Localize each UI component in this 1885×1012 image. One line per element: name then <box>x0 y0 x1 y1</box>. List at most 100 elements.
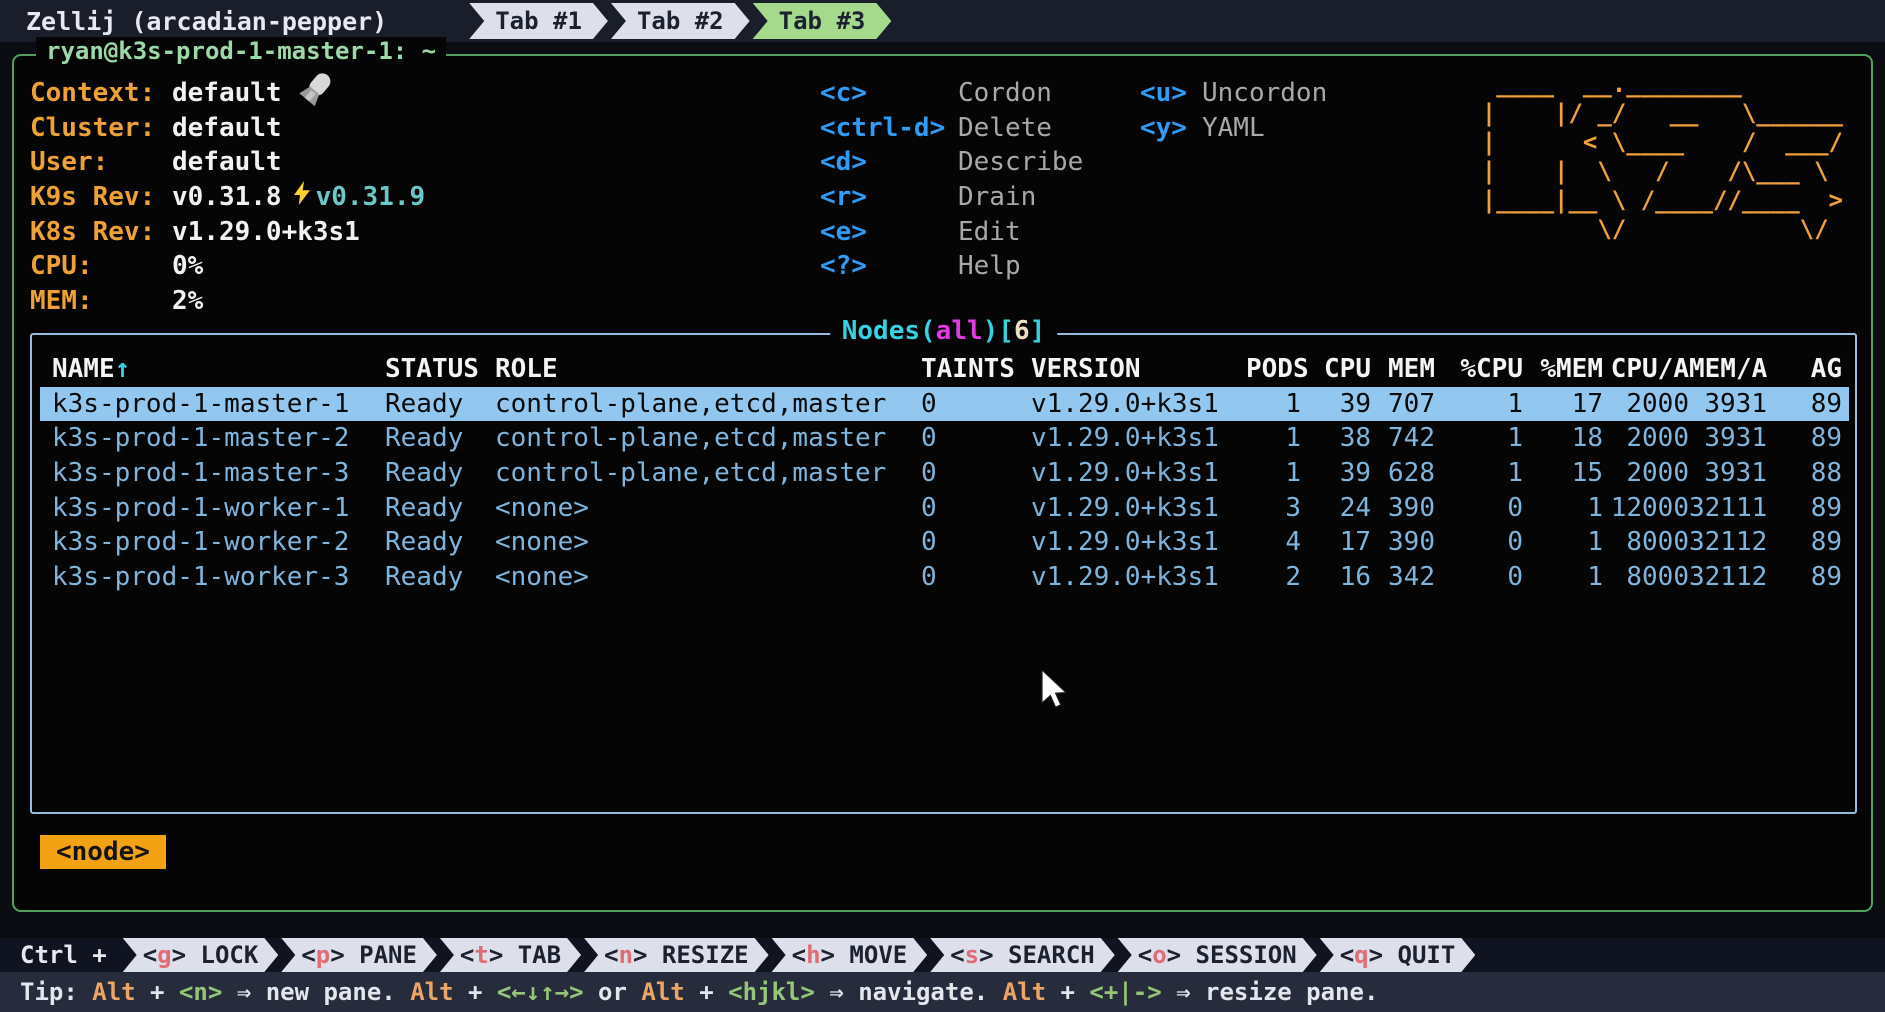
table-cell: 3931 <box>1689 387 1767 422</box>
info-row: Context:default <box>30 76 425 111</box>
segment-bracket: < <box>1138 941 1152 969</box>
table-row[interactable]: k3s-prod-1-master-2Readycontrol-plane,et… <box>40 421 1849 456</box>
segment-label: RESIZE <box>662 941 749 969</box>
tip-text: + <box>685 978 728 1006</box>
info-value: default <box>172 145 282 180</box>
table-row[interactable]: k3s-prod-1-master-1Readycontrol-plane,et… <box>40 387 1849 422</box>
column-header: %CPU <box>1435 352 1523 387</box>
table-cell: 2 <box>1246 560 1301 595</box>
table-row[interactable]: k3s-prod-1-master-3Readycontrol-plane,et… <box>40 456 1849 491</box>
segment-bracket: > <box>821 941 850 969</box>
table-cell: 707 <box>1371 387 1435 422</box>
table-cell: 3931 <box>1689 456 1767 491</box>
segment-label: SEARCH <box>1008 941 1095 969</box>
table-cell: control-plane,etcd,master <box>495 456 921 491</box>
tip-text: Tip: <box>20 978 92 1006</box>
table-cell: 1 <box>1435 456 1523 491</box>
menu-key: <y> <box>1140 111 1202 146</box>
menu-label: Delete <box>958 113 1052 143</box>
table-row[interactable]: k3s-prod-1-worker-1Ready<none>0v1.29.0+k… <box>40 491 1849 526</box>
table-cell: 0 <box>921 560 1031 595</box>
tab-3[interactable]: Tab #3 <box>753 3 892 39</box>
table-cell: v1.29.0+k3s1 <box>1031 491 1246 526</box>
table-cell: k3s-prod-1-worker-2 <box>52 525 385 560</box>
table-cell: 38 <box>1301 421 1371 456</box>
column-header: CPU <box>1301 352 1371 387</box>
statusbar-segment-lock[interactable]: <g> LOCK <box>123 938 279 972</box>
tab-2[interactable]: Tab #2 <box>611 3 750 39</box>
k9s-hotkey-menu-col1: <c>Cordon<ctrl-d>Delete<d>Describe<r>Dra… <box>820 76 1083 284</box>
table-cell: 16 <box>1301 560 1371 595</box>
zellij-screen: Zellij (arcadian-pepper) Tab #1Tab #2Tab… <box>0 0 1885 1012</box>
info-label: CPU: <box>30 249 172 284</box>
column-header: %MEM <box>1523 352 1603 387</box>
table-cell: k3s-prod-1-master-1 <box>52 387 385 422</box>
k9s-cluster-info: Context:defaultCluster:defaultUser:defau… <box>30 76 425 319</box>
column-header: MEM/A <box>1689 352 1767 387</box>
info-label: Context: <box>30 76 172 111</box>
info-upgrade-version: v0.31.9 <box>316 180 426 215</box>
menu-item: <r>Drain <box>820 180 1083 215</box>
table-cell: 17 <box>1301 525 1371 560</box>
statusbar-segment-session[interactable]: <o> SESSION <box>1118 938 1317 972</box>
column-header: TAINTS <box>921 352 1031 387</box>
table-cell: 2000 <box>1603 456 1689 491</box>
segment-key: h <box>806 941 820 969</box>
statusbar-segment-tab[interactable]: <t> TAB <box>440 938 581 972</box>
segment-label: PANE <box>359 941 417 969</box>
table-cell: 89 <box>1767 560 1842 595</box>
table-cell: 628 <box>1371 456 1435 491</box>
table-cell: 0 <box>921 421 1031 456</box>
column-header: MEM <box>1371 352 1435 387</box>
info-row: User:default <box>30 145 425 180</box>
table-row[interactable]: k3s-prod-1-worker-3Ready<none>0v1.29.0+k… <box>40 560 1849 595</box>
segment-bracket: > <box>172 941 201 969</box>
statusbar-segment-move[interactable]: <h> MOVE <box>772 938 928 972</box>
menu-label: Help <box>958 251 1021 281</box>
segment-label: LOCK <box>201 941 259 969</box>
terminal-area: ryan@k3s-prod-1-master-1: ~ Context:defa… <box>0 42 1885 938</box>
tip-text: new pane. <box>266 978 411 1006</box>
tip-text: Alt <box>92 978 135 1006</box>
table-cell: 89 <box>1767 491 1842 526</box>
tip-text: + <box>1046 978 1089 1006</box>
title-suffix: ] <box>1030 316 1046 346</box>
statusbar-segment-quit[interactable]: <q> QUIT <box>1320 938 1476 972</box>
table-cell: <none> <box>495 491 921 526</box>
segment-bracket: > <box>633 941 662 969</box>
tip-text: ⇒ <box>815 978 858 1006</box>
sort-arrow-icon: ↑ <box>115 354 131 384</box>
segment-bracket: < <box>143 941 157 969</box>
info-row: CPU:0% <box>30 249 425 284</box>
segment-bracket: < <box>301 941 315 969</box>
table-cell: v1.29.0+k3s1 <box>1031 525 1246 560</box>
tab-1[interactable]: Tab #1 <box>469 3 608 39</box>
info-row: K8s Rev:v1.29.0+k3s1 <box>30 215 425 250</box>
table-cell: 1 <box>1246 456 1301 491</box>
tip-text: <+|-> <box>1089 978 1161 1006</box>
table-cell: k3s-prod-1-master-3 <box>52 456 385 491</box>
segment-bracket: > <box>979 941 1008 969</box>
menu-item: <d>Describe <box>820 145 1083 180</box>
statusbar-segment-search[interactable]: <s> SEARCH <box>930 938 1115 972</box>
statusbar-segment-resize[interactable]: <n> RESIZE <box>584 938 769 972</box>
menu-label: Edit <box>958 217 1021 247</box>
segment-key: s <box>965 941 979 969</box>
segment-bracket: < <box>460 941 474 969</box>
table-cell: 390 <box>1371 491 1435 526</box>
tip-text: Alt <box>410 978 453 1006</box>
column-header: NAME↑ <box>52 352 385 387</box>
column-header: CPU/A <box>1603 352 1689 387</box>
table-cell: Ready <box>385 387 495 422</box>
table-row[interactable]: k3s-prod-1-worker-2Ready<none>0v1.29.0+k… <box>40 525 1849 560</box>
table-cell: 89 <box>1767 525 1842 560</box>
table-cell: 390 <box>1371 525 1435 560</box>
menu-item: <u>Uncordon <box>1140 76 1327 111</box>
table-cell: 1 <box>1435 421 1523 456</box>
table-cell: 24 <box>1301 491 1371 526</box>
info-row: MEM:2% <box>30 284 425 319</box>
segment-key: q <box>1354 941 1368 969</box>
menu-label: Cordon <box>958 78 1052 108</box>
tip-text: or <box>584 978 642 1006</box>
statusbar-segment-pane[interactable]: <p> PANE <box>281 938 437 972</box>
